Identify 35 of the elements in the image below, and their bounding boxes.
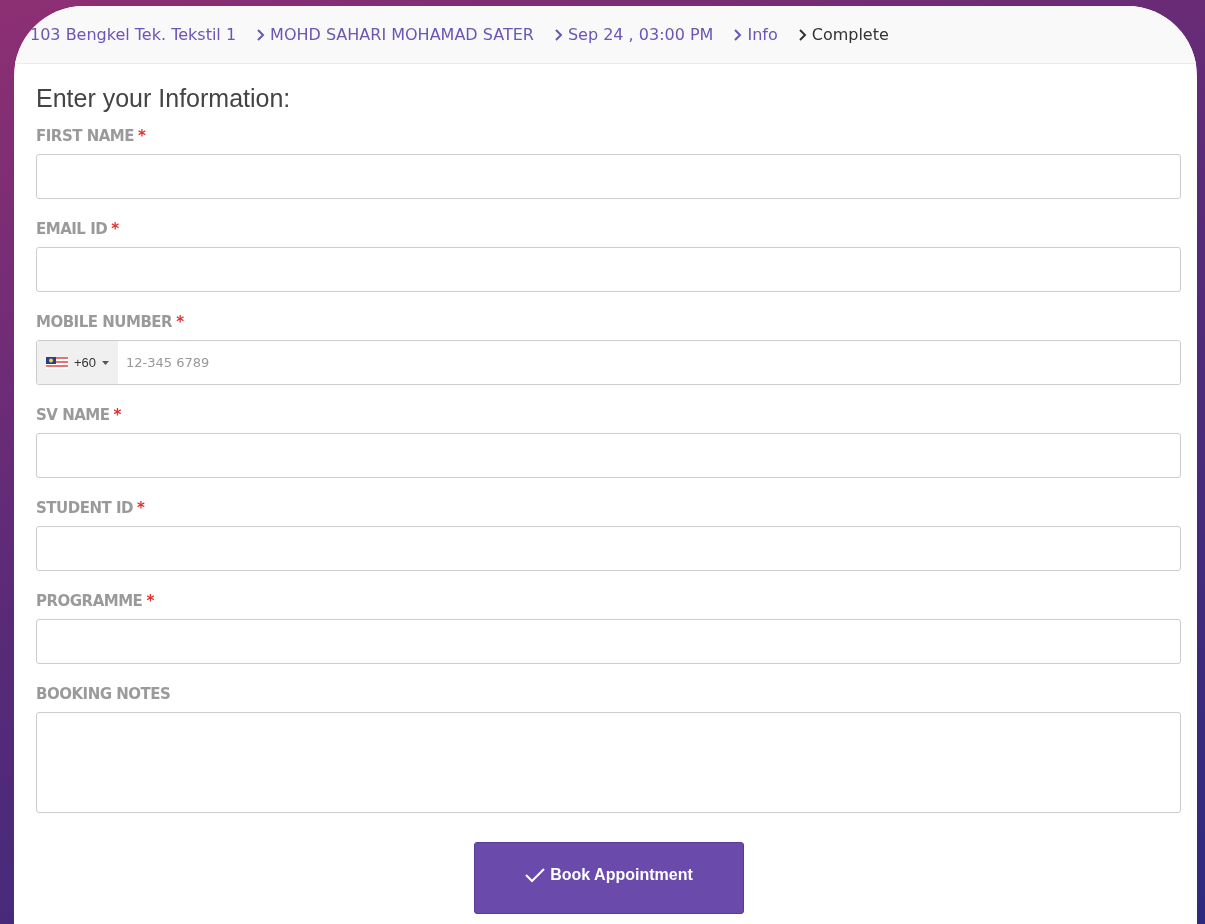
check-icon [524,866,547,883]
country-code-dropdown[interactable]: +60 [37,341,119,384]
caret-icon [102,360,110,365]
input-field[interactable] [36,526,1181,571]
field-label: PROGRAMME [36,592,143,610]
chevron-icon [256,27,266,42]
breadcrumb-link[interactable]: MOHD SAHARI MOHAMAD SATER [256,25,534,44]
field-label: BOOKING NOTES [36,685,171,703]
breadcrumb-link[interactable]: Complete [797,25,889,44]
input-field[interactable] [36,619,1181,664]
input-field[interactable] [36,247,1181,292]
required-asterisk: * [113,406,121,424]
field-label: FIRST NAME [36,127,134,145]
breadcrumb-link[interactable]: Sep 24 , 03:00 PM [553,25,714,44]
chevron-icon [553,27,563,42]
chevron-icon [797,27,807,42]
required-asterisk: * [111,220,119,238]
field-label: SV NAME [36,406,110,424]
form-heading: Enter your Information: [36,84,292,113]
input-field[interactable] [36,154,1181,199]
input-field[interactable] [36,433,1181,478]
required-asterisk: * [136,499,145,517]
book-appointment-button[interactable]: Book Appointment [473,842,744,914]
phone-field[interactable]: +60 12-345 6789 [36,340,1181,385]
required-asterisk: * [146,592,154,610]
notes-field[interactable] [36,712,1181,813]
required-asterisk: * [138,127,146,145]
field-label: MOBILE NUMBER [36,313,173,331]
required-asterisk: * [176,313,184,331]
breadcrumb-link[interactable]: Info [733,25,778,44]
flag-icon [46,356,68,369]
breadcrumb-link[interactable]: 103 Bengkel Tek. Tekstil 1 [30,25,237,44]
chevron-icon [733,27,743,42]
field-label: STUDENT ID [36,499,133,517]
field-label: EMAIL ID [36,220,108,238]
